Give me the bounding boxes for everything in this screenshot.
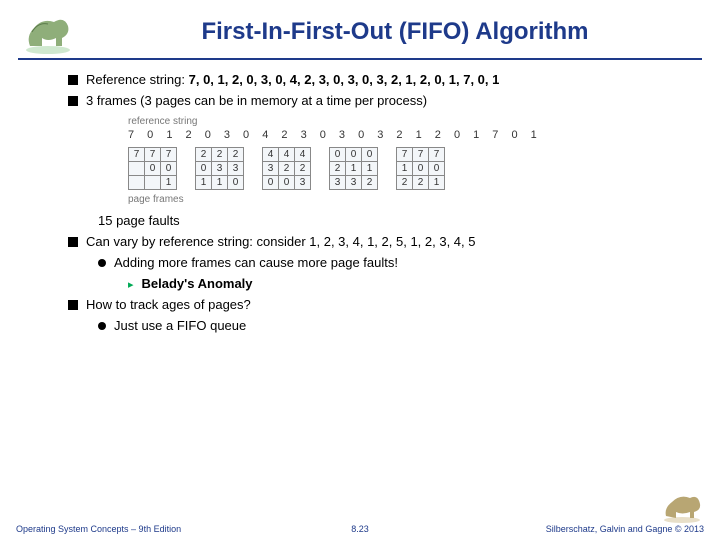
frame-group: 000211332 <box>329 147 378 190</box>
frame-cell: 2 <box>279 162 295 176</box>
frame-cell: 3 <box>295 176 311 190</box>
frame-cell: 0 <box>362 148 378 162</box>
frame-cell: 0 <box>161 162 177 176</box>
square-bullet-icon <box>68 75 78 85</box>
frame-cell: 3 <box>212 162 228 176</box>
square-bullet-icon <box>68 96 78 106</box>
bullet-text: Reference string: 7, 0, 1, 2, 0, 3, 0, 4… <box>86 72 499 87</box>
ref-string-value: 7, 0, 1, 2, 0, 3, 0, 4, 2, 3, 0, 3, 0, 3… <box>189 72 500 87</box>
bullet-frames: 3 frames (3 pages can be in memory at a … <box>68 93 692 108</box>
slide: First-In-First-Out (FIFO) Algorithm Refe… <box>0 0 720 540</box>
frame-cell: 1 <box>161 176 177 190</box>
footer-page-number: 8.23 <box>351 524 369 534</box>
arrow-icon: ▸ <box>128 278 134 291</box>
frame-cell: 1 <box>429 176 445 190</box>
square-bullet-icon <box>68 237 78 247</box>
frame-cell <box>145 176 161 190</box>
frame-cell: 1 <box>397 162 413 176</box>
frame-cell: 2 <box>330 162 346 176</box>
frame-cell: 0 <box>330 148 346 162</box>
faults-line: 15 page faults <box>98 213 692 228</box>
slide-title: First-In-First-Out (FIFO) Algorithm <box>88 18 702 46</box>
frame-cell: 3 <box>228 162 244 176</box>
frame-cell: 7 <box>145 148 161 162</box>
frame-group: 777100221 <box>396 147 445 190</box>
frame-cell: 2 <box>397 176 413 190</box>
dot-bullet-icon <box>98 259 106 267</box>
frame-cell: 1 <box>212 176 228 190</box>
header: First-In-First-Out (FIFO) Algorithm <box>18 8 702 56</box>
footer-copyright: Silberschatz, Galvin and Gagne © 2013 <box>546 524 704 534</box>
fifo-figure: reference string 7 0 1 2 0 3 0 4 2 3 0 3… <box>128 116 692 205</box>
frame-cell: 0 <box>145 162 161 176</box>
dinosaur-icon <box>18 8 78 56</box>
frame-cell: 2 <box>228 148 244 162</box>
frame-cell: 0 <box>413 162 429 176</box>
figure-ref-nums: 7 0 1 2 0 3 0 4 2 3 0 3 0 3 2 1 2 0 1 7 … <box>128 129 692 141</box>
title-rule <box>18 58 702 60</box>
bullet-belady: ▸ Belady's Anomaly <box>128 276 692 291</box>
frame-cell: 0 <box>346 148 362 162</box>
frame-cell: 1 <box>346 162 362 176</box>
footer-left: Operating System Concepts – 9th Edition <box>16 524 181 534</box>
frame-cell: 7 <box>397 148 413 162</box>
frame-cell: 3 <box>346 176 362 190</box>
bullet-ref-string: Reference string: 7, 0, 1, 2, 0, 3, 0, 4… <box>68 72 692 87</box>
footer: Operating System Concepts – 9th Edition … <box>0 490 720 534</box>
bullet-text: Belady's Anomaly <box>142 276 253 291</box>
frame-cell: 3 <box>330 176 346 190</box>
frame-cell: 0 <box>429 162 445 176</box>
frame-cell: 7 <box>129 148 145 162</box>
frame-cell: 0 <box>196 162 212 176</box>
frame-group: 777001 <box>128 147 177 190</box>
bullet-vary: Can vary by reference string: consider 1… <box>68 234 692 249</box>
bullet-text: 3 frames (3 pages can be in memory at a … <box>86 93 427 108</box>
frame-group: 222033110 <box>195 147 244 190</box>
ref-string-label: Reference string: <box>86 72 189 87</box>
frame-cell: 7 <box>429 148 445 162</box>
square-bullet-icon <box>68 300 78 310</box>
frame-cell: 4 <box>295 148 311 162</box>
frame-cell: 1 <box>362 162 378 176</box>
bullet-text: How to track ages of pages? <box>86 297 251 312</box>
bullet-text: Adding more frames can cause more page f… <box>114 255 398 270</box>
frame-cell: 0 <box>263 176 279 190</box>
frame-cell: 2 <box>295 162 311 176</box>
bullet-fifo-queue: Just use a FIFO queue <box>98 318 692 333</box>
frame-cell: 0 <box>228 176 244 190</box>
frame-cell: 3 <box>263 162 279 176</box>
frame-group: 444322003 <box>262 147 311 190</box>
dinosaur-icon <box>660 490 704 524</box>
faults-text: 15 page faults <box>98 213 180 228</box>
bullet-more-frames: Adding more frames can cause more page f… <box>98 255 692 270</box>
frame-cell: 2 <box>413 176 429 190</box>
frame-cell: 7 <box>413 148 429 162</box>
frame-cell: 0 <box>279 176 295 190</box>
frames-row: 7770012220331104443220030002113327771002… <box>128 147 692 190</box>
figure-ref-label: reference string <box>128 116 692 127</box>
frame-cell <box>129 176 145 190</box>
frame-cell: 4 <box>263 148 279 162</box>
bullet-text: Just use a FIFO queue <box>114 318 246 333</box>
frame-cell: 4 <box>279 148 295 162</box>
frame-cell <box>129 162 145 176</box>
frame-cell: 1 <box>196 176 212 190</box>
frame-cell: 2 <box>196 148 212 162</box>
frame-cell: 2 <box>362 176 378 190</box>
dot-bullet-icon <box>98 322 106 330</box>
figure-pf-label: page frames <box>128 194 692 205</box>
content: Reference string: 7, 0, 1, 2, 0, 3, 0, 4… <box>18 72 702 333</box>
bullet-text: Can vary by reference string: consider 1… <box>86 234 476 249</box>
frame-cell: 2 <box>212 148 228 162</box>
frame-cell: 7 <box>161 148 177 162</box>
bullet-track-ages: How to track ages of pages? <box>68 297 692 312</box>
footer-right-block: Silberschatz, Galvin and Gagne © 2013 <box>546 490 704 534</box>
